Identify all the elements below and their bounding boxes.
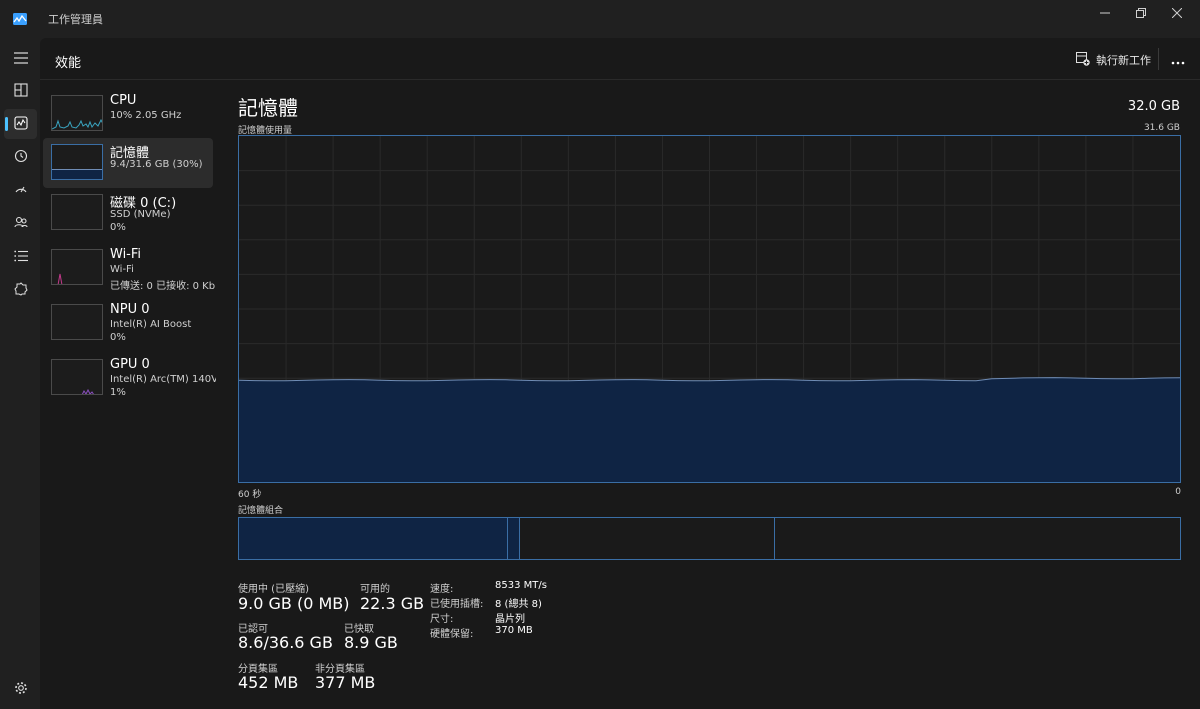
device-detail: SSD (NVMe) <box>110 209 171 220</box>
performance-icon <box>13 115 28 134</box>
disk-thumbnail-graph <box>51 194 103 230</box>
gpu-thumbnail-graph <box>51 359 103 395</box>
nav-menu-button[interactable] <box>4 43 37 73</box>
device-name: GPU 0 <box>110 357 150 372</box>
device-item-gpu[interactable]: GPU 0 Intel(R) Arc(TM) 140V ... 1% <box>43 353 216 403</box>
device-detail: Wi-Fi <box>110 264 134 275</box>
nonpaged-pool-value: 377 MB <box>315 673 376 692</box>
restore-button[interactable] <box>1123 0 1159 26</box>
run-task-label: 執行新工作 <box>1096 54 1151 67</box>
committed-value: 8.6/36.6 GB <box>238 633 333 652</box>
history-icon <box>14 148 28 167</box>
in-use-value: 9.0 GB (0 MB) <box>238 594 350 613</box>
npu-thumbnail-graph <box>51 304 103 340</box>
nav-item-services[interactable] <box>4 275 37 305</box>
nav-item-app-history[interactable] <box>4 142 37 172</box>
more-icon <box>1171 50 1185 69</box>
device-usage: 0% <box>110 222 126 233</box>
services-icon <box>13 281 28 300</box>
cpu-thumbnail-graph <box>51 95 103 131</box>
composition-in-use <box>239 518 508 559</box>
wifi-thumbnail-graph <box>51 249 103 285</box>
settings-button[interactable] <box>4 674 37 704</box>
device-name: CPU <box>110 93 137 108</box>
device-usage: 已傳送: 0 已接收: 0 Kbps <box>110 281 216 292</box>
device-item-wifi[interactable]: Wi-Fi Wi-Fi 已傳送: 0 已接收: 0 Kbps <box>43 243 216 293</box>
task-manager-app-icon <box>13 10 27 25</box>
device-item-memory[interactable]: 記憶體 9.4/31.6 GB (30%) <box>43 138 213 188</box>
active-indicator <box>5 117 8 131</box>
gear-icon <box>14 680 28 699</box>
nav-item-startup[interactable] <box>4 175 37 205</box>
device-usage: 0% <box>110 332 126 343</box>
detail-title: 記憶體 <box>238 96 298 120</box>
device-detail: Intel(R) Arc(TM) 140V ... <box>110 374 216 385</box>
memory-usage-graph <box>238 135 1181 483</box>
device-item-cpu[interactable]: CPU 10% 2.05 GHz <box>43 89 213 139</box>
usage-graph-max: 31.6 GB <box>1143 123 1180 133</box>
composition-modified <box>508 518 520 559</box>
graph-x-left-label: 60 秒 <box>238 490 262 500</box>
more-options-button[interactable] <box>1167 48 1189 70</box>
form-factor-value: 晶片列 <box>495 614 525 625</box>
in-use-label: 使用中 (已壓縮) <box>238 584 309 595</box>
nav-item-users[interactable] <box>4 208 37 238</box>
page-title: 效能 <box>55 56 82 71</box>
processes-icon <box>13 82 28 101</box>
nav-rail <box>0 38 40 709</box>
device-detail: 10% 2.05 GHz <box>110 110 182 121</box>
header-bar: 效能 執行新工作 <box>40 38 1200 80</box>
details-icon <box>13 247 28 266</box>
available-value: 22.3 GB <box>360 594 425 613</box>
hardware-reserved-value: 370 MB <box>495 625 533 636</box>
speed-label: 速度: <box>430 584 454 595</box>
device-name: NPU 0 <box>110 302 150 317</box>
close-button[interactable] <box>1159 0 1195 26</box>
slots-used-label: 已使用插槽: <box>430 599 484 610</box>
composition-standby <box>520 518 775 559</box>
hardware-reserved-label: 硬體保留: <box>430 629 474 640</box>
device-item-npu[interactable]: NPU 0 Intel(R) AI Boost 0% <box>43 298 213 348</box>
speed-value: 8533 MT/s <box>495 580 547 591</box>
memory-usage-graph-svg <box>239 136 1180 482</box>
memory-thumbnail-graph <box>51 144 103 180</box>
form-factor-label: 尺寸: <box>430 614 454 625</box>
startup-icon <box>14 181 28 200</box>
memory-total: 32.0 GB <box>1127 99 1180 114</box>
nav-item-processes[interactable] <box>4 76 37 106</box>
header-divider <box>1158 48 1159 70</box>
run-new-task-button[interactable]: 執行新工作 <box>1076 50 1151 70</box>
graph-x-right-label: 0 <box>1175 487 1181 497</box>
available-label: 可用的 <box>360 584 390 595</box>
run-task-icon <box>1076 51 1090 69</box>
minimize-button[interactable] <box>1087 0 1123 26</box>
composition-free <box>775 518 1180 559</box>
nav-item-performance[interactable] <box>4 109 37 139</box>
cached-value: 8.9 GB <box>344 633 398 652</box>
device-detail: 9.4/31.6 GB (30%) <box>110 159 203 170</box>
composition-label: 記憶體組合 <box>238 506 284 516</box>
device-detail: Intel(R) AI Boost <box>110 319 192 330</box>
device-usage: 1% <box>110 387 126 398</box>
device-name: Wi-Fi <box>110 247 142 262</box>
paged-pool-value: 452 MB <box>238 673 299 692</box>
window-title: 工作管理員 <box>48 13 103 26</box>
memory-composition-bar <box>238 517 1181 560</box>
memory-usage-area <box>239 377 1180 482</box>
nav-item-details[interactable] <box>4 241 37 271</box>
device-item-disk[interactable]: 磁碟 0 (C:) SSD (NVMe) 0% <box>43 188 213 238</box>
slots-used-value: 8 (總共 8) <box>495 599 542 610</box>
title-bar: 工作管理員 <box>0 0 1200 38</box>
users-icon <box>13 214 28 233</box>
hamburger-icon <box>13 49 28 68</box>
main-content: 效能 執行新工作 CPU 10% 2.05 GHz 記憶體 9.4/31.6 G… <box>40 38 1200 709</box>
